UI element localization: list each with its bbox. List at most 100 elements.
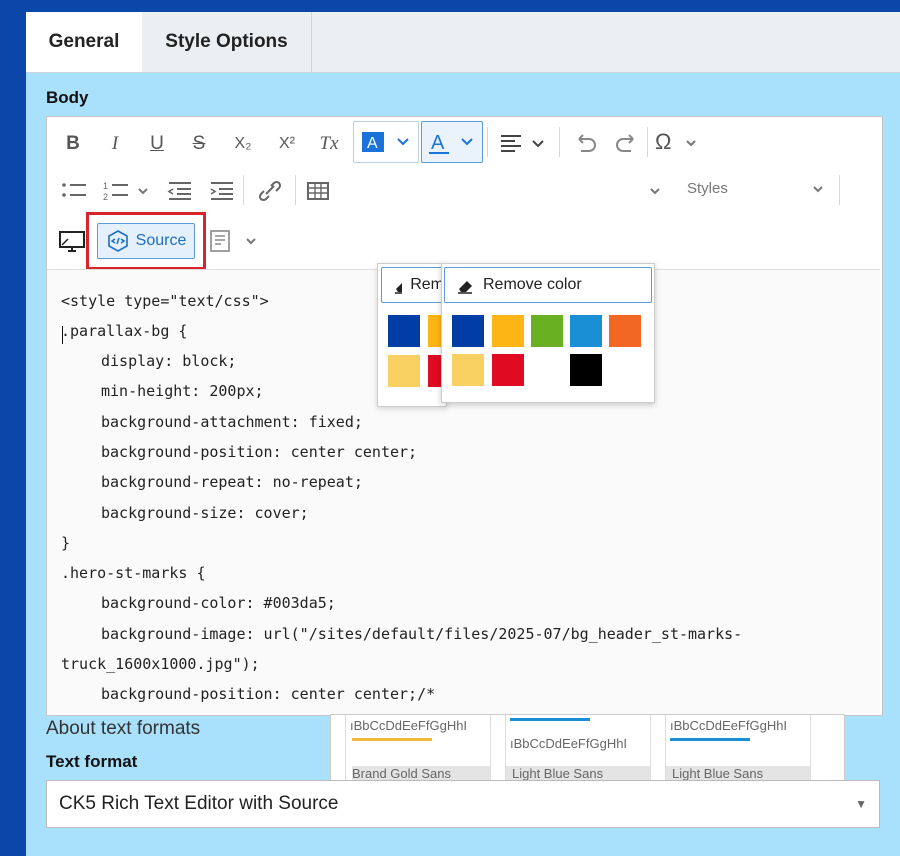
code-line: background-image: url("/sites/default/fi… — [101, 625, 743, 643]
remove-color-label: Remove color — [483, 276, 582, 293]
code-line: .hero-st-marks { — [61, 564, 206, 582]
remove-bg-color-button[interactable]: Rem — [381, 267, 445, 303]
subscript-button[interactable]: X₂ — [227, 131, 259, 157]
bg-color-dropdown: Rem — [377, 263, 460, 407]
source-editing-menu[interactable] — [207, 227, 263, 255]
code-line: background-position: center center; — [101, 443, 418, 461]
toolbar-separator — [559, 127, 560, 157]
table-icon — [307, 182, 329, 200]
insert-table-button[interactable] — [305, 177, 355, 205]
align-left-icon — [501, 135, 544, 152]
style-option-label: Brand Gold Sans — [352, 766, 452, 781]
color-swatch[interactable] — [531, 354, 563, 386]
color-swatch[interactable] — [388, 355, 420, 387]
toolbar-separator — [243, 175, 244, 205]
vertical-tabs: General Style Options — [26, 12, 900, 73]
eraser-icon — [458, 281, 472, 294]
document-code-icon — [210, 230, 256, 252]
style-sample-text: ıBbCcDdEeFfGgHhI — [670, 718, 788, 733]
node-edit-panel: General Style Options Body B I U S X₂ X²… — [26, 12, 900, 856]
bg-color-button[interactable]: A — [353, 121, 419, 163]
toolbar-separator — [487, 127, 488, 157]
indent-icon — [210, 182, 233, 200]
caret-down-icon: ▼ — [855, 797, 867, 811]
color-swatch[interactable] — [570, 315, 602, 347]
color-swatch[interactable] — [570, 354, 602, 386]
numbered-list-button[interactable]: 1 2 — [101, 177, 155, 205]
color-swatch[interactable] — [452, 354, 484, 386]
code-line: background-repeat: no-repeat; — [101, 473, 363, 491]
underline-button[interactable]: U — [145, 131, 169, 157]
code-line: .parallax-bg { — [61, 322, 188, 340]
italic-button[interactable]: I — [103, 131, 127, 157]
svg-text:A: A — [367, 135, 378, 152]
code-line: background-size: cover; — [101, 504, 309, 522]
eraser-icon — [395, 282, 403, 294]
bold-button[interactable]: B — [61, 131, 85, 157]
alignment-dropdown[interactable] — [497, 129, 553, 157]
code-line: } — [61, 534, 71, 552]
color-swatch[interactable] — [388, 315, 420, 347]
style-sample-text: ıBbCcDdEeFfGgHhI — [510, 736, 628, 751]
color-swatch[interactable] — [531, 315, 563, 347]
show-blocks-button[interactable] — [57, 227, 87, 255]
style-option-label: Light Blue Sans — [512, 766, 604, 781]
body-field-label: Body — [46, 88, 89, 107]
indent-button[interactable] — [207, 177, 237, 205]
special-characters-button[interactable]: Ω — [653, 129, 703, 157]
link-icon — [258, 180, 282, 202]
color-swatch[interactable] — [609, 315, 641, 347]
style-sample-text: ıBbCcDdEeFfGgHhI — [350, 718, 468, 733]
style-underline-gold — [352, 738, 432, 741]
style-option[interactable]: ıBbCcDdEeFfGgHhI Light Blue Sans — [665, 715, 811, 781]
text-format-select[interactable]: CK5 Rich Text Editor with Source ▼ — [46, 780, 880, 828]
bg-color-icon: A — [362, 132, 409, 152]
chevron-down-icon — [813, 186, 823, 193]
chevron-down-icon — [686, 140, 696, 147]
style-option-label: Light Blue Sans — [672, 766, 764, 781]
text-format-value: CK5 Rich Text Editor with Source — [59, 793, 339, 814]
about-text-formats-link[interactable]: About text formats — [46, 718, 200, 740]
outdent-icon — [167, 182, 191, 200]
strikethrough-button[interactable]: S — [187, 131, 211, 157]
styles-label: Styles — [687, 180, 728, 197]
style-underline-blue — [670, 738, 750, 741]
font-color-button[interactable]: A — [421, 121, 483, 163]
style-option[interactable]: ıBbCcDdEeFfGgHhI Brand Gold Sans — [345, 715, 491, 781]
source-button-highlight — [86, 212, 206, 270]
toolbar-separator — [839, 175, 840, 205]
link-button[interactable] — [255, 177, 285, 205]
remove-color-button[interactable]: Remove color — [444, 267, 652, 303]
ckeditor: B I U S X₂ X² Tx A A Ω 1 2 Styles Source… — [46, 116, 883, 716]
numbered-list-icon: 1 2 — [103, 181, 148, 202]
svg-text:2: 2 — [103, 192, 108, 202]
monitor-icon — [59, 231, 85, 252]
text-cursor — [62, 326, 63, 344]
superscript-button[interactable]: X² — [271, 131, 303, 157]
text-format-label: Text format — [46, 752, 138, 771]
remove-format-button[interactable]: Tx — [315, 131, 343, 157]
color-swatch[interactable] — [452, 315, 484, 347]
undo-button[interactable] — [571, 129, 599, 157]
redo-button[interactable] — [613, 129, 641, 157]
outdent-button[interactable] — [165, 177, 195, 205]
code-line: truck_1600x1000.jpg"); — [61, 655, 260, 673]
bulleted-list-button[interactable] — [59, 177, 89, 205]
color-swatch[interactable] — [492, 315, 524, 347]
code-line: background-attachment: fixed; — [101, 413, 363, 431]
code-line: display: block; — [101, 352, 237, 370]
redo-icon — [616, 134, 634, 152]
tab-general[interactable]: General — [26, 12, 142, 72]
color-swatch[interactable] — [492, 354, 524, 386]
style-option[interactable]: ıBbCcDdEeFfGgHhI Light Blue Sans — [505, 715, 651, 781]
undo-icon — [578, 134, 596, 152]
code-line: min-height: 200px; — [101, 382, 264, 400]
tab-style-options[interactable]: Style Options — [142, 12, 312, 72]
svg-text:1: 1 — [103, 181, 108, 191]
remove-bg-color-label: Rem — [410, 276, 444, 293]
styles-dropdown[interactable]: Styles — [667, 174, 835, 204]
code-line: <style type="text/css"> — [61, 292, 269, 310]
svg-text:A: A — [431, 132, 445, 154]
code-line: background-color: #003da5; — [101, 594, 336, 612]
toolbar-separator — [295, 175, 296, 205]
